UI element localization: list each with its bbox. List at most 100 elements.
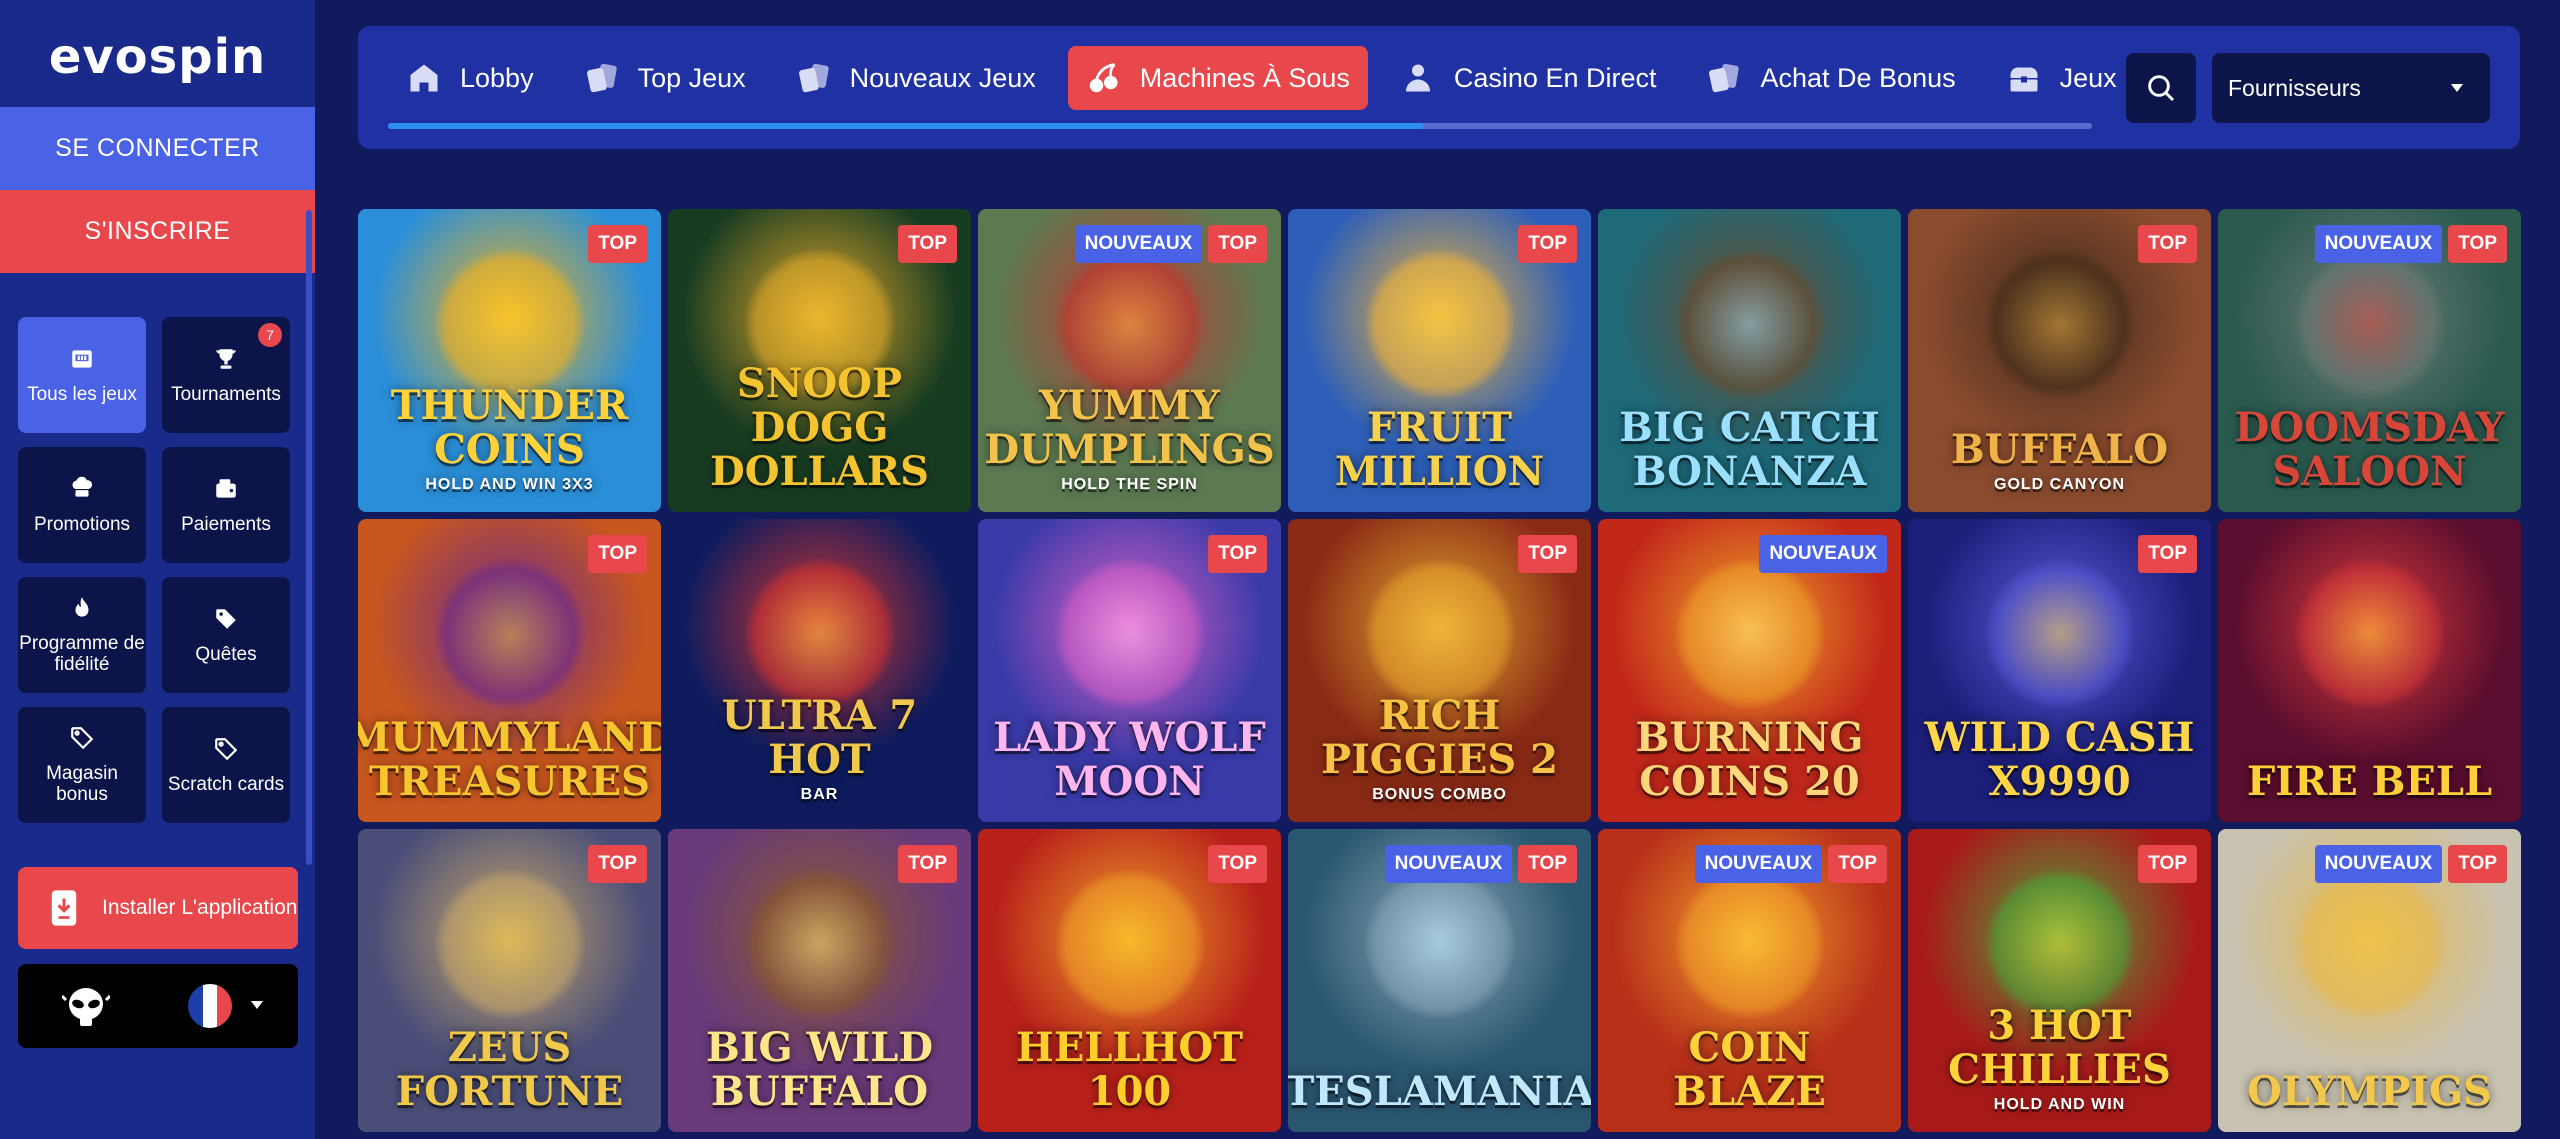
providers-select[interactable]: Fournisseurs — [2212, 53, 2490, 123]
top-badge: TOP — [2448, 225, 2507, 263]
tab-bonus-buy[interactable]: Achat De Bonus — [1688, 46, 1973, 110]
game-badges: NOUVEAUX — [1759, 535, 1887, 573]
game-badges: TOP — [588, 845, 647, 883]
tab-lobby[interactable]: Lobby — [388, 46, 552, 110]
top-badge: TOP — [898, 845, 957, 883]
game-tile[interactable]: TOP Wild Cash x9990 — [1908, 519, 2211, 822]
game-title-text: Yummy Dumplings — [984, 382, 1275, 473]
sidebar-item-label: Tous les jeux — [27, 383, 137, 405]
sidebar: evospin SE CONNECTER S'INSCRIRE Tous les… — [0, 0, 315, 1139]
game-tile[interactable]: TOP Snoop Dogg Dollars — [668, 209, 971, 512]
game-badges: NOUVEAUX TOP — [2314, 225, 2507, 263]
game-badges: TOP — [588, 225, 647, 263]
top-badge: TOP — [1208, 535, 1267, 573]
top-badge: TOP — [588, 845, 647, 883]
chevron-down-icon[interactable] — [250, 1000, 264, 1010]
game-title: Yummy Dumplings HOLD THE SPIN — [978, 384, 1281, 494]
game-tile[interactable]: TOP Fruit Million — [1288, 209, 1591, 512]
game-tile[interactable]: NOUVEAUX TOP Yummy Dumplings HOLD THE SPIN — [978, 209, 1281, 512]
game-title-text: Thunder Coins — [390, 382, 629, 473]
game-badges: NOUVEAUX TOP — [1694, 845, 1887, 883]
alien-icon[interactable] — [62, 984, 110, 1028]
search-button[interactable] — [2126, 53, 2196, 123]
game-tile[interactable]: TOP Lady Wolf Moon — [978, 519, 1281, 822]
game-artwork — [1054, 869, 1205, 1020]
new-badge: NOUVEAUX — [1759, 535, 1887, 573]
sidebar-item-bonus-shop[interactable]: Magasin bonus — [18, 707, 146, 823]
game-artwork — [1674, 559, 1825, 710]
game-tile[interactable]: NOUVEAUX TOP Doomsday Saloon — [2218, 209, 2521, 512]
tab-slot-machines[interactable]: Machines À Sous — [1067, 46, 1368, 110]
top-badge: TOP — [1208, 845, 1267, 883]
sidebar-item-label: Scratch cards — [167, 773, 285, 795]
game-title-text: Big Wild Buffalo — [705, 1024, 934, 1115]
game-tile[interactable]: TOP Thunder Coins HOLD AND WIN 3x3 — [358, 209, 661, 512]
french-flag-icon[interactable] — [188, 984, 232, 1028]
game-tile[interactable]: Ultra 7 Hot BAR — [668, 519, 971, 822]
top-badge: TOP — [1518, 225, 1577, 263]
game-artwork — [1984, 559, 2135, 710]
game-tile[interactable]: TOP HellHot 100 — [978, 829, 1281, 1132]
game-tile[interactable]: NOUVEAUX TOP Olympigs — [2218, 829, 2521, 1132]
logo[interactable]: evospin — [0, 22, 315, 92]
tabs-scrollbar-thumb[interactable] — [388, 123, 1423, 129]
login-button[interactable]: SE CONNECTER — [0, 107, 315, 190]
game-title-text: Wild Cash x9990 — [1924, 714, 2195, 805]
register-button[interactable]: S'INSCRIRE — [0, 190, 315, 273]
game-title: Fruit Million — [1288, 406, 1591, 494]
game-badges: TOP — [588, 535, 647, 573]
game-tile[interactable]: Big Catch Bonanza — [1598, 209, 1901, 512]
game-tile[interactable]: NOUVEAUX TOP TeslaMania — [1288, 829, 1591, 1132]
chef-hat-icon — [72, 476, 93, 497]
game-tile[interactable]: NOUVEAUX Burning Coins 20 — [1598, 519, 1901, 822]
sidebar-item-label: Magasin bonus — [46, 763, 118, 805]
game-badges: TOP — [2138, 225, 2197, 263]
new-badge: NOUVEAUX — [1384, 845, 1513, 883]
game-title: Lady Wolf Moon — [978, 716, 1281, 804]
game-title-text: 3 Hot Chillies — [1948, 1002, 2171, 1093]
game-title: Olympigs — [2237, 1070, 2502, 1114]
flame-icon — [75, 597, 89, 617]
tabs-scrollbar[interactable] — [388, 123, 2092, 129]
game-tile[interactable]: TOP Buffalo GOLD CANYON — [1908, 209, 2211, 512]
tab-new-games[interactable]: Nouveaux Jeux — [778, 46, 1054, 110]
game-tile[interactable]: Fire Bell — [2218, 519, 2521, 822]
tab-label: Jeux — [2059, 62, 2117, 93]
game-tile[interactable]: TOP 3 Hot Chillies HOLD AND WIN — [1908, 829, 2211, 1132]
search-icon — [2148, 75, 2175, 102]
game-badges: TOP — [1518, 225, 1577, 263]
game-tile[interactable]: TOP Mummyland Treasures — [358, 519, 661, 822]
install-app-button[interactable]: Installer L'application — [18, 867, 298, 949]
tab-live-casino[interactable]: Casino En Direct — [1382, 46, 1675, 110]
tab-games[interactable]: Jeux — [1988, 46, 2135, 110]
sidebar-item-all-games[interactable]: Tous les jeux — [18, 317, 146, 433]
category-nav: Lobby Top Jeux Nouveaux Jeux Machines À … — [358, 26, 2520, 149]
game-title: Thunder Coins HOLD AND WIN 3x3 — [358, 384, 661, 494]
sidebar-scrollbar[interactable] — [306, 210, 312, 865]
cards-icon — [586, 63, 617, 93]
game-artwork — [434, 559, 585, 710]
game-tile[interactable]: TOP Big Wild Buffalo — [668, 829, 971, 1132]
sidebar-item-scratch-cards[interactable]: Scratch cards — [162, 707, 290, 823]
wallet-icon — [216, 478, 236, 498]
sidebar-item-promotions[interactable]: Promotions — [18, 447, 146, 563]
new-badge: NOUVEAUX — [1694, 845, 1823, 883]
game-title-text: Big Catch Bonanza — [1619, 404, 1880, 495]
game-title: TeslaMania — [1288, 1070, 1591, 1114]
sidebar-item-loyalty[interactable]: Programme de fidélité — [18, 577, 146, 693]
sidebar-item-quests[interactable]: Quêtes — [162, 577, 290, 693]
sidebar-item-payments[interactable]: Paiements — [162, 447, 290, 563]
top-badge: TOP — [898, 225, 957, 263]
game-tile[interactable]: NOUVEAUX TOP Coin Blaze — [1598, 829, 1901, 1132]
tab-top-games[interactable]: Top Jeux — [566, 46, 764, 110]
game-title-text: Lady Wolf Moon — [993, 714, 1266, 805]
game-artwork — [1984, 869, 2135, 1020]
game-artwork — [744, 559, 895, 710]
game-tile[interactable]: TOP Zeus Fortune — [358, 829, 661, 1132]
games-grid: TOP Thunder Coins HOLD AND WIN 3x3 TOP Snoop… — [358, 209, 2521, 1132]
game-artwork — [434, 869, 585, 1020]
game-artwork — [2294, 869, 2445, 1020]
game-tile[interactable]: TOP Rich Piggies 2 BONUS COMBO — [1288, 519, 1591, 822]
sidebar-item-tournaments[interactable]: 7 Tournaments — [162, 317, 290, 433]
game-subtitle: HOLD AND WIN 3x3 — [425, 476, 594, 493]
